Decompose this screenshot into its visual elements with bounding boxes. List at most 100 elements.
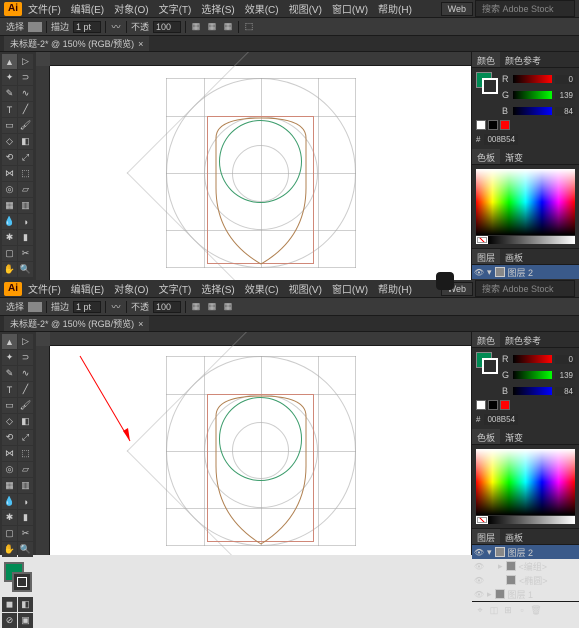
mini-swatch[interactable]: [488, 400, 498, 410]
menu-effect[interactable]: 效果(C): [241, 1, 283, 16]
tab-color-guide[interactable]: 颜色参考: [500, 52, 546, 67]
artboard[interactable]: [50, 66, 471, 280]
shape-builder-tool[interactable]: ◎: [2, 462, 17, 477]
blend-tool[interactable]: ◑: [18, 494, 33, 509]
perspective-tool[interactable]: ▱: [18, 182, 33, 197]
menu-view[interactable]: 视图(V): [285, 1, 326, 16]
eyedropper-tool[interactable]: 💧: [2, 494, 17, 509]
tab-color[interactable]: 颜色: [472, 52, 500, 67]
new-sublayer-icon[interactable]: ⊞: [502, 604, 514, 616]
slice-tool[interactable]: ✂: [18, 246, 33, 261]
panel-stroke-swatch[interactable]: [482, 358, 498, 374]
eye-icon[interactable]: 👁: [474, 575, 484, 585]
blend-tool[interactable]: ◑: [18, 214, 33, 229]
column-graph-tool[interactable]: ▮: [18, 510, 33, 525]
menu-select[interactable]: 选择(S): [197, 1, 238, 16]
shape-builder-tool[interactable]: ◎: [2, 182, 17, 197]
tab-color[interactable]: 颜色: [472, 332, 500, 347]
align-right-icon[interactable]: ▦: [222, 21, 234, 33]
menu-edit[interactable]: 编辑(E): [67, 281, 108, 296]
color-spectrum[interactable]: [476, 169, 575, 244]
zoom-tool[interactable]: 🔍: [18, 262, 33, 277]
align-left-icon[interactable]: ▦: [190, 21, 202, 33]
mini-swatch[interactable]: [500, 400, 510, 410]
menu-view[interactable]: 视图(V): [285, 281, 326, 296]
close-icon[interactable]: ×: [138, 319, 143, 329]
menu-window[interactable]: 窗口(W): [328, 1, 372, 16]
menu-type[interactable]: 文字(T): [155, 281, 196, 296]
layer-name[interactable]: 图层 2: [508, 266, 534, 279]
tab-artboards[interactable]: 画板: [500, 249, 528, 264]
rotate-tool[interactable]: ⟲: [2, 150, 17, 165]
layer-name[interactable]: 图层 1: [508, 588, 534, 601]
menu-object[interactable]: 对象(O): [110, 281, 152, 296]
mini-swatch[interactable]: [488, 120, 498, 130]
canvas-area[interactable]: [36, 332, 471, 555]
paintbrush-tool[interactable]: 🖌: [18, 118, 33, 133]
align-center-icon[interactable]: ▦: [206, 21, 218, 33]
hand-tool[interactable]: ✋: [2, 262, 17, 277]
fill-stroke-widget[interactable]: [4, 562, 32, 592]
locate-icon[interactable]: ⌖: [474, 604, 486, 616]
b-slider[interactable]: [513, 107, 552, 115]
eyedropper-tool[interactable]: 💧: [2, 214, 17, 229]
menu-select[interactable]: 选择(S): [197, 281, 238, 296]
tab-swatch[interactable]: 色板: [472, 429, 500, 444]
canvas-area[interactable]: [36, 52, 471, 280]
tab-gradient[interactable]: 渐变: [500, 429, 528, 444]
free-transform-tool[interactable]: ⬚: [18, 166, 33, 181]
transform-icon[interactable]: ⬚: [243, 21, 255, 33]
none-color-icon[interactable]: [476, 236, 488, 244]
r-slider[interactable]: [513, 75, 552, 83]
pen-tool[interactable]: ✎: [2, 366, 17, 381]
hex-input[interactable]: 008B54: [484, 134, 518, 145]
align-center-icon[interactable]: ▦: [206, 301, 218, 313]
search-input[interactable]: 搜索 Adobe Stock: [475, 280, 575, 297]
close-icon[interactable]: ×: [138, 39, 143, 49]
color-mode-icon[interactable]: ◼: [2, 597, 17, 612]
layer-row[interactable]: 👁▸图层 1: [472, 587, 579, 601]
tab-swatch[interactable]: 色板: [472, 149, 500, 164]
chevron-down-icon[interactable]: ▾: [487, 547, 492, 558]
eraser-tool[interactable]: ◧: [18, 134, 33, 149]
tab-layers[interactable]: 图层: [472, 529, 500, 544]
artboard-tool[interactable]: ▢: [2, 526, 17, 541]
symbol-sprayer-tool[interactable]: ✱: [2, 230, 17, 245]
curvature-tool[interactable]: ∿: [18, 366, 33, 381]
color-spectrum[interactable]: [476, 449, 575, 524]
scale-tool[interactable]: ⤢: [18, 150, 33, 165]
layer-row[interactable]: 👁▾图层 2: [472, 265, 579, 279]
r-value[interactable]: 0: [555, 75, 575, 84]
g-value[interactable]: 139: [555, 371, 575, 380]
document-tab[interactable]: 未标题-2* @ 150% (RGB/预览) ×: [4, 36, 149, 51]
screen-mode-icon[interactable]: ▣: [18, 613, 33, 628]
width-tool[interactable]: ⋈: [2, 446, 17, 461]
tab-layers[interactable]: 图层: [472, 249, 500, 264]
menu-file[interactable]: 文件(F): [24, 281, 65, 296]
workspace-switcher[interactable]: Web: [441, 2, 473, 16]
magic-wand-tool[interactable]: ✦: [2, 350, 17, 365]
menu-file[interactable]: 文件(F): [24, 1, 65, 16]
type-tool[interactable]: T: [2, 102, 17, 117]
opacity-input[interactable]: [153, 21, 181, 33]
chevron-right-icon[interactable]: ▸: [498, 561, 503, 572]
layer-name[interactable]: <编组>: [519, 560, 548, 573]
b-value[interactable]: 84: [555, 107, 575, 116]
layer-name[interactable]: <椭圆>: [519, 574, 548, 587]
eye-icon[interactable]: 👁: [474, 547, 484, 557]
search-input[interactable]: 搜索 Adobe Stock: [475, 0, 575, 17]
menu-window[interactable]: 窗口(W): [328, 281, 372, 296]
g-slider[interactable]: [513, 91, 552, 99]
none-color-icon[interactable]: [476, 516, 488, 524]
gradient-tool[interactable]: ▥: [18, 478, 33, 493]
scale-tool[interactable]: ⤢: [18, 430, 33, 445]
slice-tool[interactable]: ✂: [18, 526, 33, 541]
document-tab[interactable]: 未标题-2* @ 150% (RGB/预览) ×: [4, 316, 149, 331]
mesh-tool[interactable]: ▦: [2, 198, 17, 213]
eye-icon[interactable]: 👁: [474, 561, 484, 571]
gradient-mode-icon[interactable]: ◧: [18, 597, 33, 612]
eye-icon[interactable]: 👁: [474, 267, 484, 277]
lasso-tool[interactable]: ⊃: [18, 70, 33, 85]
align-left-icon[interactable]: ▦: [190, 301, 202, 313]
delete-icon[interactable]: 🗑: [530, 604, 542, 616]
